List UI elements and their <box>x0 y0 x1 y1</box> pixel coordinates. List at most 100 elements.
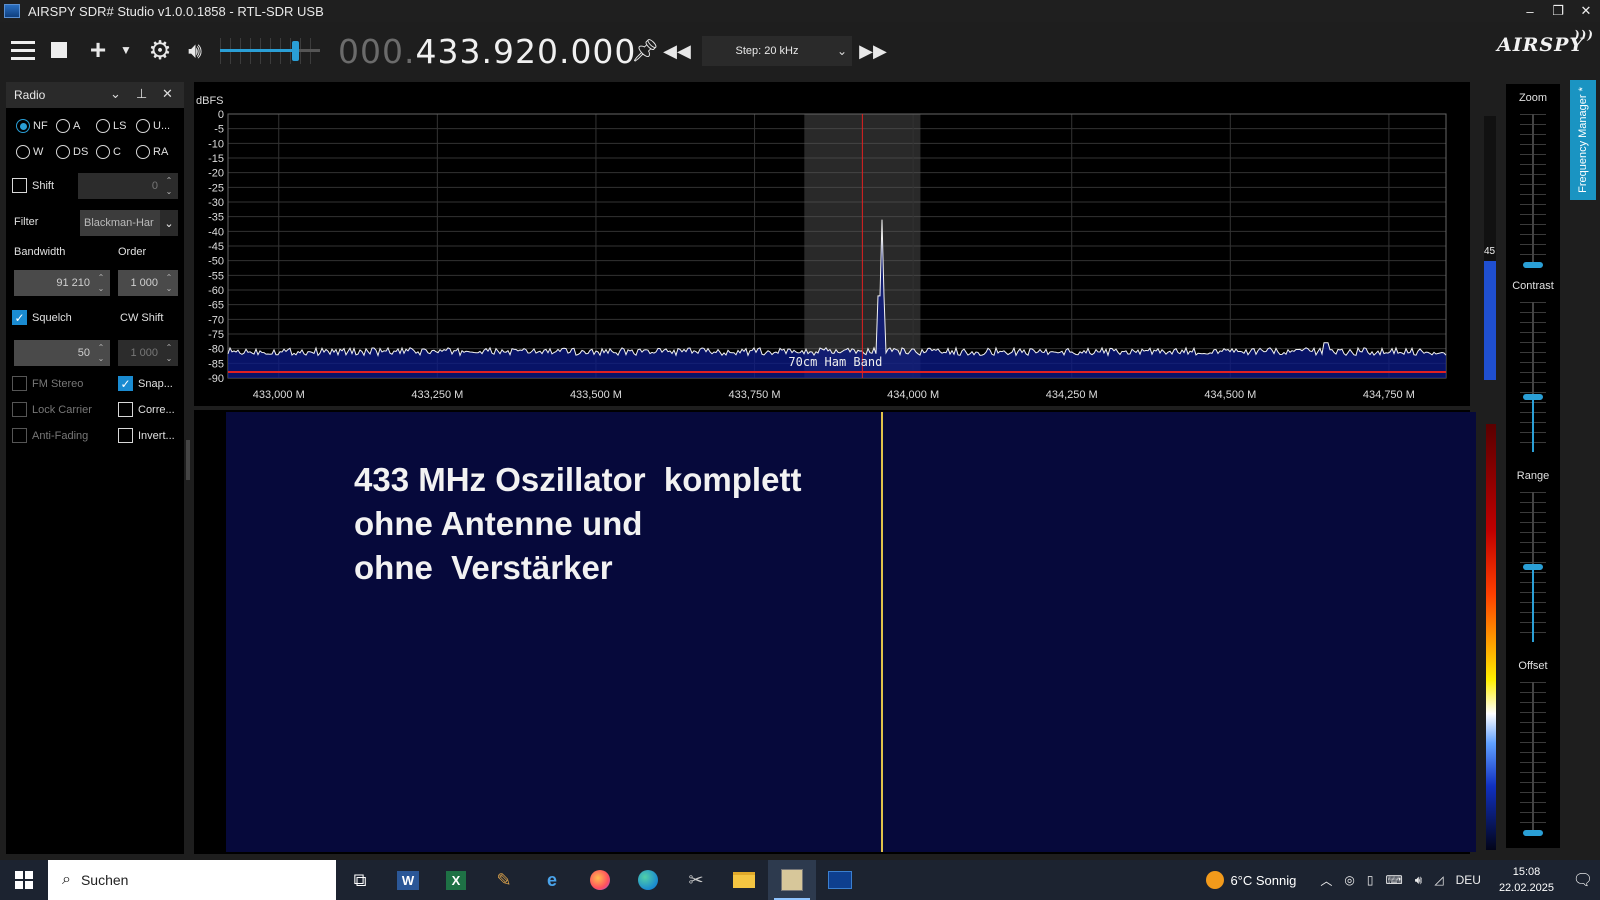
zoom-slider[interactable] <box>1532 114 1534 264</box>
volume-slider[interactable] <box>220 38 320 64</box>
sdr-sharp-taskbar-icon[interactable] <box>768 860 816 900</box>
invert-checkbox[interactable]: Invert... <box>118 428 175 443</box>
gear-icon[interactable]: ⚙ <box>146 35 174 65</box>
camera-icon[interactable]: ◎ <box>1344 873 1354 887</box>
speaker-icon[interactable]: 🔊︎ <box>180 38 210 64</box>
mode-radio-raw[interactable]: RA <box>136 145 168 159</box>
range-slider-thumb[interactable] <box>1523 564 1543 570</box>
close-icon[interactable]: ✕ <box>162 86 173 102</box>
mode-radio-nf[interactable]: NF <box>16 119 48 133</box>
pin-icon[interactable]: ⊥ <box>136 86 147 102</box>
y-tick-label: -60 <box>208 285 224 297</box>
waterfall-display[interactable]: 433 MHz Oszillator komplett ohne Antenne… <box>194 410 1476 854</box>
panel-splitter[interactable] <box>186 440 190 480</box>
app-icon <box>4 4 20 18</box>
snap-checkbox[interactable]: ✓ Snap... <box>118 376 173 391</box>
add-source-button[interactable]: + <box>84 34 112 65</box>
anti-fading-checkbox[interactable]: Anti-Fading <box>12 428 88 443</box>
network-icon[interactable]: ◿ <box>1434 873 1443 887</box>
x-tick-label: 434,750 M <box>1363 389 1415 401</box>
fm-stereo-checkbox[interactable]: FM Stereo <box>12 376 83 391</box>
word-icon[interactable]: W <box>384 860 432 900</box>
taskbar-search[interactable]: ⌕ Suchen <box>48 860 336 900</box>
offset-slider-thumb[interactable] <box>1523 830 1543 836</box>
ime-icon[interactable]: ⌨ <box>1385 873 1402 887</box>
squelch-field[interactable]: 50 ⌃ ⌄ <box>14 340 110 366</box>
frequency-leading-digits[interactable]: 000. <box>338 32 415 71</box>
menu-icon[interactable] <box>8 38 38 64</box>
main-toolbar: + ▼ ⚙ 🔊︎ 000.433.920.000 📌︎ ◀◀ Step: 20 … <box>0 22 1600 80</box>
usb-icon[interactable]: ▯ <box>1367 873 1374 887</box>
frequency-display[interactable]: 000.433.920.000 <box>338 32 636 71</box>
mode-radio-wfm[interactable]: W <box>16 145 43 159</box>
signal-level-fill <box>1484 261 1496 380</box>
mode-radio-cw[interactable]: C <box>96 145 121 159</box>
y-tick-label: -20 <box>208 168 224 180</box>
mode-radio-lsb[interactable]: LS <box>96 119 126 133</box>
order-value: 1 000 <box>130 277 158 289</box>
squelch-checkbox[interactable]: ✓ Squelch <box>12 310 72 325</box>
waterfall-color-scale <box>1486 424 1496 850</box>
mode-label: U... <box>153 120 171 132</box>
chevron-up-icon[interactable]: ︿ <box>1320 872 1332 889</box>
firefox-icon[interactable] <box>576 860 624 900</box>
annotation-line: ohne Antenne und <box>354 505 643 542</box>
step-forward-button[interactable]: ▶▶ <box>859 38 887 64</box>
shift-field[interactable]: 0 ⌃ ⌄ <box>78 173 178 199</box>
airspy-taskbar-icon[interactable] <box>816 860 864 900</box>
filter-select[interactable]: Blackman-Har ⌄ <box>80 210 178 236</box>
volume-icon[interactable]: 🔊︎ <box>1415 873 1423 888</box>
task-view-icon[interactable]: ⧉ <box>336 860 384 900</box>
sdr-window: AIRSPY SDR# Studio v1.0.0.1858 - RTL-SDR… <box>0 0 1600 900</box>
waterfall-area[interactable]: 433 MHz Oszillator komplett ohne Antenne… <box>226 412 1476 852</box>
weather-widget[interactable]: 6°C Sonnig <box>1206 871 1296 889</box>
step-select[interactable]: Step: 20 kHz ⌄ <box>702 36 852 66</box>
chevron-down-icon[interactable]: ⌄ <box>110 86 121 102</box>
cw-shift-value: 1 000 <box>130 347 158 359</box>
shift-checkbox[interactable]: Shift <box>12 178 54 193</box>
maximize-button[interactable]: ❐ <box>1544 0 1572 22</box>
lock-carrier-checkbox[interactable]: Lock Carrier <box>12 402 92 417</box>
bandwidth-field[interactable]: 91 210 ⌃ ⌄ <box>14 270 110 296</box>
notification-icon[interactable]: 🗨︎ <box>1566 870 1600 890</box>
close-window-button[interactable]: ✕ <box>1572 0 1600 22</box>
y-tick-label: -45 <box>208 241 224 253</box>
internet-explorer-icon[interactable]: e <box>528 860 576 900</box>
language-indicator[interactable]: DEU <box>1456 873 1481 887</box>
filter-label: Filter <box>14 216 39 228</box>
contrast-slider-thumb[interactable] <box>1523 394 1543 400</box>
search-placeholder: Suchen <box>80 872 129 888</box>
chevron-down-icon[interactable]: ▼ <box>116 40 136 60</box>
filter-value: Blackman-Har <box>84 217 154 229</box>
offset-slider[interactable] <box>1532 682 1534 832</box>
paint-icon[interactable]: ✎ <box>480 860 528 900</box>
title-bar: AIRSPY SDR# Studio v1.0.0.1858 - RTL-SDR… <box>0 0 1600 22</box>
order-field[interactable]: 1 000 ⌃ ⌄ <box>118 270 178 296</box>
mode-radio-usb[interactable]: U... <box>136 119 170 133</box>
snipping-tool-icon[interactable]: ✂ <box>672 860 720 900</box>
y-tick-label: -40 <box>208 226 224 238</box>
cw-shift-field[interactable]: 1 000 ⌃ ⌄ <box>118 340 178 366</box>
spectrum-plot[interactable]: dBFS 0 -5 -10 -15 -20 -25 -30 -35 -40 -45 -50 -55 -60… <box>194 82 1470 406</box>
zoom-label: Zoom <box>1518 92 1548 104</box>
shift-label: Shift <box>32 179 55 192</box>
start-button[interactable] <box>0 860 48 900</box>
clock[interactable]: 15:08 22.02.2025 <box>1499 864 1554 896</box>
edge-icon[interactable] <box>624 860 672 900</box>
pin-icon[interactable]: 📌︎ <box>631 38 659 64</box>
step-back-button[interactable]: ◀◀ <box>663 38 691 64</box>
correct-iq-checkbox[interactable]: Corre... <box>118 402 175 417</box>
minimize-button[interactable]: – <box>1516 0 1544 22</box>
zoom-slider-thumb[interactable] <box>1523 262 1543 268</box>
stop-button[interactable] <box>48 39 70 61</box>
file-explorer-icon[interactable] <box>720 860 768 900</box>
mode-radio-dsb[interactable]: DS <box>56 145 88 159</box>
excel-icon[interactable]: X <box>432 860 480 900</box>
spectrum-analyzer[interactable]: dBFS 0 -5 -10 -15 -20 -25 -30 -35 -40 -45 -50 -55 -60… <box>194 82 1470 406</box>
volume-slider-thumb[interactable] <box>292 41 299 61</box>
mode-label: DS <box>73 146 89 158</box>
mode-radio-am[interactable]: A <box>56 119 80 133</box>
frequency-manager-tab[interactable]: Frequency Manager * <box>1570 80 1596 200</box>
logo-text: AIRSPY <box>1497 34 1584 56</box>
frequency-digits[interactable]: 433.920.000 <box>415 32 636 71</box>
